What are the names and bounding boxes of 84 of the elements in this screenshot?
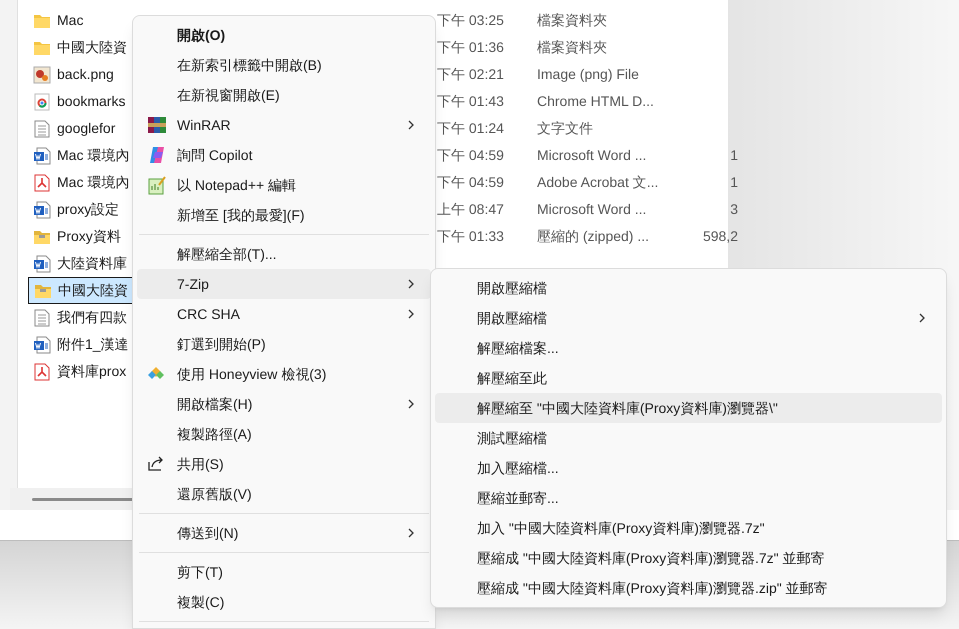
menu-item[interactable]: 壓縮成 "中國大陸資料庫(Proxy資料庫)瀏覽器.zip" 並郵寄 (435, 573, 942, 603)
menu-item[interactable]: WinRAR (137, 110, 431, 140)
file-date: 下午 01:24 (437, 119, 504, 138)
file-name[interactable]: Mac (57, 10, 84, 31)
file-date: 上午 08:47 (437, 200, 504, 219)
word-file-icon (32, 200, 52, 218)
pdf-file-icon (32, 174, 52, 192)
file-date: 下午 01:36 (437, 38, 504, 57)
file-size: 598,2 (702, 227, 738, 246)
share-icon (147, 454, 165, 472)
menu-item[interactable]: 加入壓縮檔... (435, 453, 942, 483)
menu-item[interactable]: 傳送到(N) (137, 518, 431, 548)
menu-item[interactable]: 以 Notepad++ 編輯 (137, 170, 431, 200)
file-name[interactable]: 我們有四款 (57, 307, 127, 328)
word-file-icon (32, 146, 52, 164)
image-file-icon (32, 66, 52, 84)
copilot-icon (147, 145, 167, 165)
menu-item[interactable]: 測試壓縮檔 (435, 423, 942, 453)
menu-item[interactable]: 解壓縮全部(T)... (137, 239, 431, 269)
file-name[interactable]: 大陸資料庫 (57, 253, 127, 274)
menu-item[interactable]: 剪下(T) (137, 557, 431, 587)
menu-item[interactable]: 使用 Honeyview 檢視(3) (137, 359, 431, 389)
menu-item[interactable]: 在新視窗開啟(E) (137, 80, 431, 110)
file-size: 1 (730, 146, 738, 165)
menu-item[interactable]: 新增至 [我的最愛](F) (137, 200, 431, 230)
menu-item[interactable]: 開啟壓縮檔 (435, 303, 942, 333)
file-type: 檔案資料夾 (537, 38, 607, 57)
file-name[interactable]: back.png (57, 64, 114, 85)
file-name[interactable]: 中國大陸資 (57, 37, 127, 58)
pdf-file-icon (32, 362, 52, 380)
file-name[interactable]: 資料庫prox (57, 361, 126, 382)
menu-item[interactable]: 開啟壓縮檔 (435, 273, 942, 303)
file-name[interactable]: Mac 環境內 (57, 145, 130, 166)
diamond-icon (147, 364, 165, 382)
menu-item[interactable]: 還原舊版(V) (137, 479, 431, 509)
file-type: Adobe Acrobat 文... (537, 173, 658, 192)
menu-item[interactable]: 解壓縮至此 (435, 363, 942, 393)
menu-item[interactable]: 釘選到開始(P) (137, 329, 431, 359)
text-file-icon (32, 120, 52, 138)
notepad-icon (147, 175, 167, 195)
file-date: 下午 04:59 (437, 146, 504, 165)
word-file-icon (32, 336, 52, 354)
file-size: 1 (730, 173, 738, 192)
menu-item[interactable]: 解壓縮至 "中國大陸資料庫(Proxy資料庫)瀏覽器\" (435, 393, 942, 423)
browser-file-icon (32, 92, 52, 110)
menu-item[interactable]: 壓縮並郵寄... (435, 483, 942, 513)
file-type: 壓縮的 (zipped) ... (537, 227, 650, 246)
menu-item[interactable]: 開啟檔案(H) (137, 389, 431, 419)
file-name[interactable]: 中國大陸資 (58, 280, 128, 301)
file-type: 檔案資料夾 (537, 11, 607, 30)
menu-item[interactable]: 壓縮成 "中國大陸資料庫(Proxy資料庫)瀏覽器.7z" 並郵寄 (435, 543, 942, 573)
file-date: 下午 01:33 (437, 227, 504, 246)
folder-icon (32, 12, 52, 28)
books-icon (147, 115, 167, 135)
word-file-icon (32, 254, 52, 272)
file-size: 3 (730, 200, 738, 219)
file-name[interactable]: proxy設定 (57, 199, 120, 220)
zipped-folder-icon (32, 228, 52, 244)
file-date: 下午 01:43 (437, 92, 504, 111)
file-name[interactable]: Mac 環境內 (57, 172, 130, 193)
folder-icon (32, 40, 52, 56)
file-name[interactable]: 附件1_漢達 (57, 334, 129, 355)
text-file-icon (32, 308, 52, 326)
menu-item[interactable]: 加入 "中國大陸資料庫(Proxy資料庫)瀏覽器.7z" (435, 513, 942, 543)
file-date: 下午 02:21 (437, 65, 504, 84)
file-type: Chrome HTML D... (537, 92, 654, 111)
menu-item[interactable]: 解壓縮檔案... (435, 333, 942, 363)
file-type: Microsoft Word ... (537, 200, 646, 219)
menu-item[interactable]: 7-Zip (137, 269, 431, 299)
file-name[interactable]: bookmarks (57, 91, 126, 112)
menu-item[interactable]: 共用(S) (137, 449, 431, 479)
menu-item[interactable]: 開啟(O) (137, 20, 431, 50)
menu-item[interactable]: 詢問 Copilot (137, 140, 431, 170)
file-date: 下午 03:25 (437, 11, 504, 30)
file-type: Microsoft Word ... (537, 146, 646, 165)
menu-item[interactable]: 複製(C) (137, 587, 431, 617)
menu-item[interactable]: 複製路徑(A) (137, 419, 431, 449)
zipped-folder-icon (33, 282, 53, 298)
file-name[interactable]: googlefor (57, 118, 116, 139)
file-type: Image (png) File (537, 65, 639, 84)
file-date: 下午 04:59 (437, 173, 504, 192)
menu-item[interactable]: 在新索引標籤中開啟(B) (137, 50, 431, 80)
file-name[interactable]: Proxy資料 (57, 226, 121, 247)
file-type: 文字文件 (537, 119, 593, 138)
